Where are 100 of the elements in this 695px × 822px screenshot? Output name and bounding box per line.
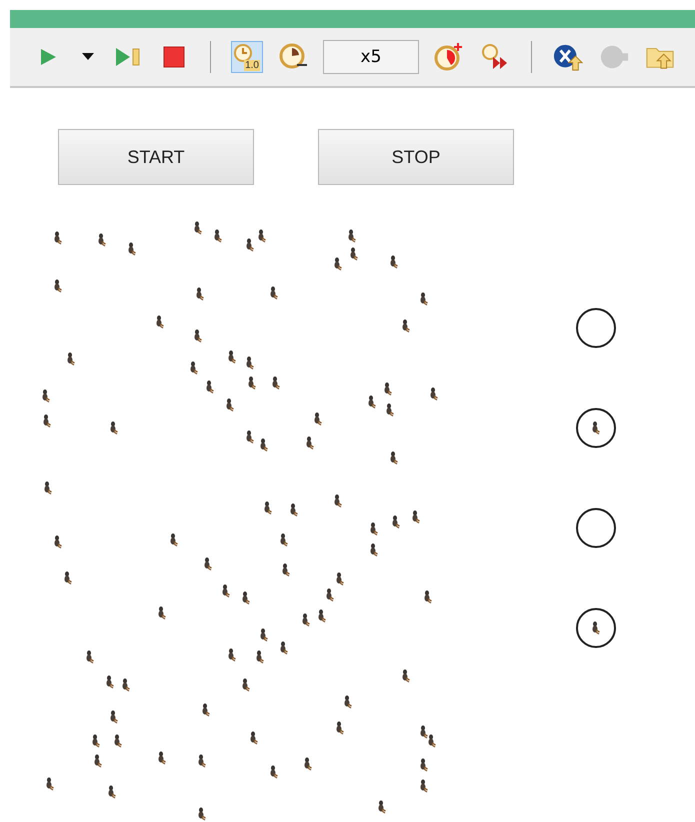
- ant-icon: [260, 628, 268, 642]
- ant-icon: [390, 255, 398, 269]
- ant-icon: [246, 238, 254, 252]
- ant-icon: [370, 543, 378, 557]
- ant-icon: [226, 398, 234, 412]
- ant-icon: [350, 247, 358, 261]
- faster-button[interactable]: [433, 41, 465, 73]
- ant-icon: [318, 609, 326, 623]
- ant-icon: [122, 678, 130, 692]
- ant-icon: [228, 648, 236, 662]
- ant-icon: [202, 703, 210, 717]
- ant-icon: [336, 721, 344, 735]
- ant-icon: [260, 438, 268, 452]
- play-icon: [38, 47, 58, 67]
- ant-icon: [272, 376, 280, 390]
- ant-icon: [334, 257, 342, 271]
- ant-icon: [326, 588, 334, 602]
- ant-icon: [336, 572, 344, 586]
- ant-icon: [54, 535, 62, 549]
- ant-icon: [412, 510, 420, 524]
- ant-icon: [344, 695, 352, 709]
- ant-icon: [194, 329, 202, 343]
- ant-icon: [242, 591, 250, 605]
- ant-icon: [108, 785, 116, 799]
- ant-icon: [228, 350, 236, 364]
- step-icon: [114, 46, 142, 68]
- ant-icon: [386, 403, 394, 417]
- ant-icon: [304, 757, 312, 771]
- ant-icon: [384, 382, 392, 396]
- ant-icon: [222, 584, 230, 598]
- control-button[interactable]: START: [58, 129, 254, 185]
- ant-icon: [92, 734, 100, 748]
- ant-icon: [402, 319, 410, 333]
- ant-icon: [114, 734, 122, 748]
- ant-icon: [334, 494, 342, 508]
- ant-icon: [424, 590, 432, 604]
- ant-icon: [430, 387, 438, 401]
- ant-icon: [280, 641, 288, 655]
- ant-icon: [280, 533, 288, 547]
- ant-icon: [290, 503, 298, 517]
- ant-icon: [196, 287, 204, 301]
- control-button[interactable]: STOP: [318, 129, 514, 185]
- ant-icon: [44, 481, 52, 495]
- ant-icon: [420, 292, 428, 306]
- ant-icon: [64, 571, 72, 585]
- ant-icon: [198, 754, 206, 768]
- ant-icon: [306, 436, 314, 450]
- ant-icon: [314, 412, 322, 426]
- ant-icon: [592, 421, 600, 435]
- ant-icon: [156, 315, 164, 329]
- ant-icon: [86, 650, 94, 664]
- ant-icon: [248, 376, 256, 390]
- ant-icon: [194, 221, 202, 235]
- ant-icon: [282, 563, 290, 577]
- ant-icon: [198, 807, 206, 821]
- ant-icon: [204, 557, 212, 571]
- ant-icon: [158, 751, 166, 765]
- realtime-button[interactable]: 1.0: [231, 41, 263, 73]
- clock-icon: [434, 42, 464, 72]
- ant-icon: [250, 731, 258, 745]
- ant-icon: [98, 233, 106, 247]
- ant-icon: [190, 361, 198, 375]
- ant-icon: [54, 279, 62, 293]
- ant-icon: [110, 421, 118, 435]
- ant-icon: [158, 606, 166, 620]
- ant-icon: [43, 414, 51, 428]
- ant-icon: [128, 242, 136, 256]
- ant-icon: [390, 451, 398, 465]
- speed-field[interactable]: x5: [323, 40, 419, 74]
- ant-icon: [94, 754, 102, 768]
- ant-icon: [46, 777, 54, 791]
- ant-icon: [256, 650, 264, 664]
- ant-icon: [106, 675, 114, 689]
- ant-icon: [270, 765, 278, 779]
- export-icon: [553, 42, 583, 72]
- ant-icon: [42, 389, 50, 403]
- stop-icon: [163, 46, 185, 68]
- ant-icon: [420, 779, 428, 793]
- ant-icon: [348, 229, 356, 243]
- ant-icon: [170, 533, 178, 547]
- ant-icon: [420, 758, 428, 772]
- ant-icon: [368, 395, 376, 409]
- ant-icon: [242, 678, 250, 692]
- ant-icon: [206, 380, 214, 394]
- ant-icon: [258, 229, 266, 243]
- ant-icon: [264, 501, 272, 515]
- ant-icon: [110, 710, 118, 724]
- caret-icon: [82, 53, 94, 61]
- ant-icon: [392, 515, 400, 529]
- ant-icon: [214, 229, 222, 243]
- ant-icon: [270, 286, 278, 300]
- ant-icon: [67, 352, 75, 366]
- ant-icon: [370, 522, 378, 536]
- ant-icon: [592, 621, 600, 635]
- ant-icon: [402, 669, 410, 683]
- ant-icon: [246, 430, 254, 444]
- ant-icon: [302, 613, 310, 627]
- ant-icon: [54, 231, 62, 245]
- ant-icon: [378, 800, 386, 814]
- ant-icon: [246, 356, 254, 370]
